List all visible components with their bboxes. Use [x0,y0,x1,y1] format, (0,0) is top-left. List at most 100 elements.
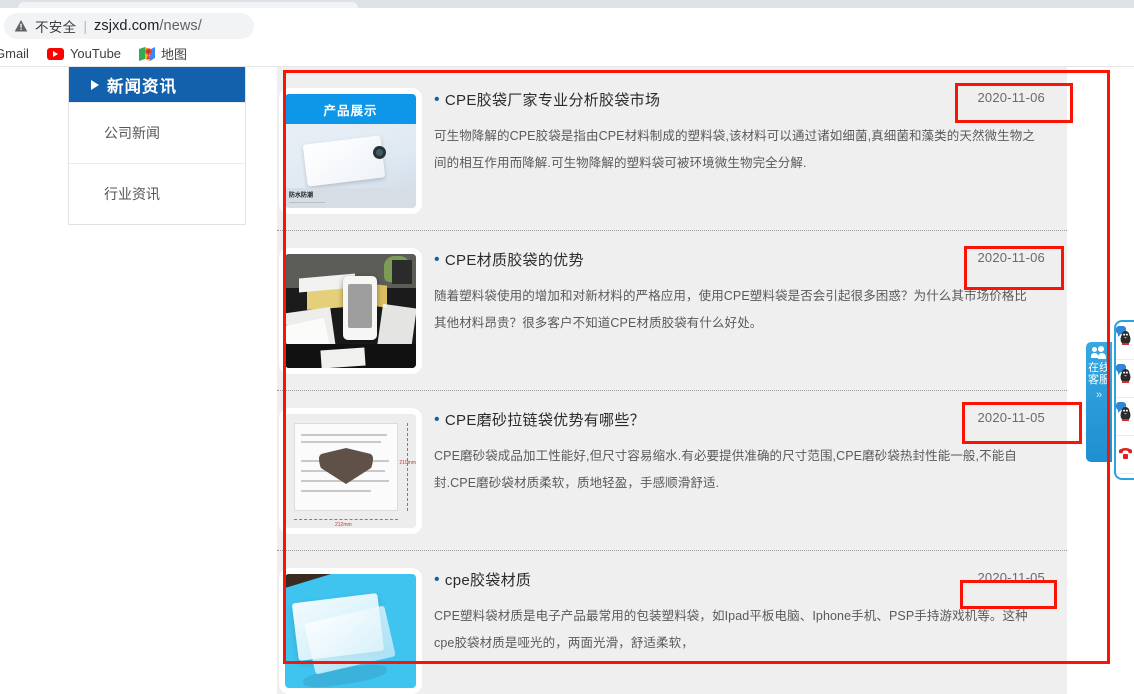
contact-row-phone[interactable] [1116,436,1134,474]
article-text-block: • CPE磨砂拉链袋优势有哪些？ CPE磨砂袋成品加工性能好,但尺寸容易缩水.有… [434,409,1055,497]
address-bar[interactable]: 不安全 | zsjxd.com/news/ [4,13,254,39]
article-description: 随着塑料袋使用的增加和对新材料的严格应用，使用CPE塑料袋是否会引起很多困惑？为… [434,289,1028,330]
article-thumbnail[interactable] [279,248,422,374]
scene-corner-shadow [285,574,331,588]
nav-header-news: 新闻资讯 [69,67,245,102]
url-text: zsjxd.com/news/ [94,18,202,34]
people-icon [1091,346,1107,359]
browser-window: 不安全 | zsjxd.com/news/ Gmail YouTube 地图 新… [0,0,1134,694]
contact-row-qq-2[interactable] [1116,360,1134,398]
thumbnail-image-plastic-bags [285,574,416,688]
article-title[interactable]: • CPE材质胶袋的优势 [434,249,1055,270]
qq-penguin-icon [1120,369,1131,383]
chevron-right-icon: » [1095,388,1103,401]
article-description: CPE塑料袋材质是电子产品最常用的包装塑料袋，如Ipad平板电脑、Iphone手… [434,609,1028,650]
customer-service-toggle-tab[interactable]: 在线客服 » [1086,342,1112,462]
article-title-text: CPE胶袋厂家专业分析胶袋市场 [444,92,661,109]
bookmarks-bar: Gmail YouTube 地图 [0,41,1134,67]
bookmark-label: YouTube [69,46,122,61]
thumbnail-banner-header: 产品展示 [285,94,416,124]
thumbnail-image-mask-bag: 212mm 210mm [285,414,416,528]
url-path: /news/ [159,18,202,34]
customer-service-contact-panel[interactable] [1114,320,1134,480]
browser-toolbar: 不安全 | zsjxd.com/news/ [0,8,1134,41]
thumbnail-caption-text: 防水防潮 [289,193,314,199]
scene-text-line [301,490,371,492]
omnibox-separator: | [83,18,88,34]
product-ring-shape [372,145,387,160]
tab-strip [0,0,1134,8]
left-navigation: 新闻资讯 公司新闻 行业资讯 [68,67,246,225]
sidebar-item-industry-news[interactable]: 行业资讯 [69,163,245,224]
article-title[interactable]: • CPE胶袋厂家专业分析胶袋市场 [434,89,1055,110]
bookmark-label: 地图 [161,47,188,62]
thumbnail-scene: 212mm 210mm [285,414,416,528]
thumbnail-product-scene: 防水防潮 ————————— [285,124,416,208]
thumbnail-banner-label: 产品展示 [323,103,378,118]
scene-text-line [301,441,381,443]
scene-bag-bottom [320,347,366,368]
scene-dimension-line-y [407,423,408,511]
thumbnail-scene [285,254,416,368]
bullet-icon: • [434,250,440,268]
article-title[interactable]: • CPE磨砂拉链袋优势有哪些？ [434,409,1055,430]
article-thumbnail[interactable]: 产品展示 防水防潮 ————————— [279,88,422,214]
thumbnail-caption-fineprint: ————————— [289,199,325,204]
bullet-icon: • [434,410,440,428]
list-item[interactable]: • CPE材质胶袋的优势 随着塑料袋使用的增加和对新材料的严格应用，使用CPE塑… [277,231,1067,391]
url-host: zsjxd.com [94,18,160,34]
security-status-label: 不安全 [35,20,77,35]
article-text-block: • CPE材质胶袋的优势 随着塑料袋使用的增加和对新材料的严格应用，使用CPE塑… [434,249,1055,337]
page-viewport: 新闻资讯 公司新闻 行业资讯 产品展示 防水防潮 ————————— • CPE… [0,67,1134,694]
article-thumbnail[interactable]: 212mm 210mm [279,408,422,534]
bookmark-youtube[interactable]: YouTube [38,43,130,65]
scene-dimension-label-y: 210mm [399,460,416,466]
scene-dimension-line-x [294,519,398,520]
sidebar-item-label: 行业资讯 [104,186,160,202]
bookmark-gmail[interactable]: Gmail [0,43,38,65]
product-bag-shape [302,135,386,187]
contact-row-qq-1[interactable] [1116,322,1134,360]
nav-header-label: 新闻资讯 [107,77,177,96]
youtube-icon [46,47,64,60]
bookmark-maps[interactable]: 地图 [130,43,196,65]
qq-penguin-icon [1120,331,1131,345]
thumbnail-caption-strip: 防水防潮 ————————— [285,188,416,208]
triangle-right-icon [91,79,99,90]
article-date: 2020-11-05 [977,410,1045,425]
sidebar-item-label: 公司新闻 [104,125,160,141]
list-item[interactable]: 212mm 210mm • CPE磨砂拉链袋优势有哪些？ CPE磨砂袋成品加工性… [277,391,1067,551]
scene-text-line [301,434,387,436]
thumbnail-image-product-display: 产品展示 防水防潮 ————————— [285,94,416,208]
google-maps-icon [139,46,156,61]
scene-dimension-label-x: 212mm [335,522,352,528]
article-text-block: • cpe胶袋材质 CPE塑料袋材质是电子产品最常用的包装塑料袋，如Ipad平板… [434,569,1055,657]
article-date: 2020-11-06 [977,250,1045,265]
article-description: CPE磨砂袋成品加工性能好,但尺寸容易缩水.有必要提供准确的尺寸范围,CPE磨砂… [434,449,1017,490]
article-title-text: CPE磨砂拉链袋优势有哪些？ [444,412,645,429]
thumbnail-image-packaging [285,254,416,368]
article-date: 2020-11-06 [977,90,1045,105]
article-thumbnail[interactable] [279,568,422,694]
article-date: 2020-11-05 [977,570,1045,585]
qq-penguin-icon [1120,407,1131,421]
sidebar-item-company-news[interactable]: 公司新闻 [69,102,245,163]
customer-service-label: 在线客服 [1088,362,1110,387]
list-item[interactable]: 产品展示 防水防潮 ————————— • CPE胶袋厂家专业分析胶袋市场 可生… [277,71,1067,231]
bookmark-label: Gmail [0,46,29,61]
news-article-list: 产品展示 防水防潮 ————————— • CPE胶袋厂家专业分析胶袋市场 可生… [277,67,1067,694]
list-item[interactable]: • cpe胶袋材质 CPE塑料袋材质是电子产品最常用的包装塑料袋，如Ipad平板… [277,551,1067,694]
article-title-text: CPE材质胶袋的优势 [444,252,584,269]
bullet-icon: • [434,90,440,108]
article-description: 可生物降解的CPE胶袋是指由CPE材料制成的塑料袋,该材料可以通过诸如细菌,真细… [434,129,1035,170]
thumbnail-scene [285,574,416,688]
online-customer-service-widget[interactable]: 在线客服 » [1086,320,1134,480]
article-title-text: cpe胶袋材质 [444,572,532,589]
not-secure-warning-icon [14,20,28,32]
scene-phone-screen [348,284,372,328]
article-title[interactable]: • cpe胶袋材质 [434,569,1055,590]
bullet-icon: • [434,570,440,588]
phone-icon [1119,448,1132,459]
article-text-block: • CPE胶袋厂家专业分析胶袋市场 可生物降解的CPE胶袋是指由CPE材料制成的… [434,89,1055,177]
contact-row-qq-3[interactable] [1116,398,1134,436]
